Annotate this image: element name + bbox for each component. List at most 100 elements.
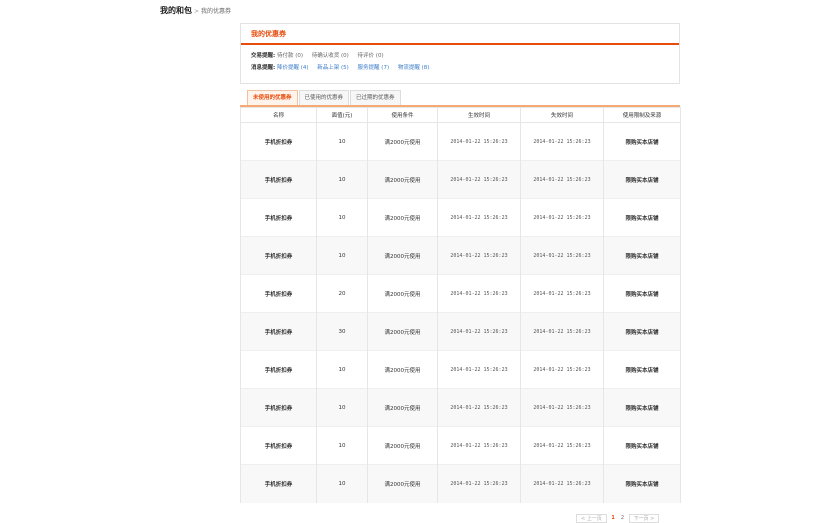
cell-value: 10 <box>316 464 368 503</box>
cell-value: 10 <box>316 426 368 465</box>
table-row: 手机折扣券 10 满2000元使用 2014-01-22 15:26:23 2014-0… <box>240 350 681 389</box>
cell-end-time: 2014-01-22 15:26:23 <box>520 388 604 427</box>
cell-end-time: 2014-01-22 15:26:23 <box>520 160 604 199</box>
cell-condition: 满2000元使用 <box>367 312 438 351</box>
breadcrumb: 我的和包 > 我的优惠券 <box>160 6 231 17</box>
cell-condition: 满2000元使用 <box>367 274 438 313</box>
cell-restriction: 限购买本店铺 <box>603 464 681 503</box>
trade-reminder-row: 交易提醒: 待付款 (0) 待确认收货 (0) 待评价 (0) <box>251 52 391 60</box>
cell-restriction: 限购买本店铺 <box>603 388 681 427</box>
breadcrumb-current: 我的优惠券 <box>201 8 232 15</box>
pending-receipt-link[interactable]: 待确认收货 (0) <box>312 53 349 59</box>
cell-end-time: 2014-01-22 15:26:23 <box>520 312 604 351</box>
cell-name: 手机折扣券 <box>240 312 317 351</box>
cell-start-time: 2014-01-22 15:26:23 <box>437 274 521 313</box>
header-restriction: 使用限制及来源 <box>603 107 681 123</box>
message-reminder-row: 消息提醒: 降价提醒 (4) 新品上架 (5) 服务提醒 (7) 物流提醒 (8… <box>251 64 436 72</box>
cell-restriction: 限购买本店铺 <box>603 274 681 313</box>
cell-value: 20 <box>316 274 368 313</box>
cell-restriction: 限购买本店铺 <box>603 198 681 237</box>
cell-value: 10 <box>316 122 368 161</box>
cell-name: 手机折扣券 <box>240 198 317 237</box>
cell-condition: 满2000元使用 <box>367 388 438 427</box>
cell-start-time: 2014-01-22 15:26:23 <box>437 312 521 351</box>
table-body: 手机折扣券 10 满2000元使用 2014-01-22 15:26:23 2014-0… <box>240 122 681 503</box>
cell-restriction: 限购买本店铺 <box>603 160 681 199</box>
header-start-time: 生效时间 <box>437 107 521 123</box>
cell-name: 手机折扣券 <box>240 350 317 389</box>
cell-name: 手机折扣券 <box>240 160 317 199</box>
price-drop-link[interactable]: 降价提醒 (4) <box>277 65 309 71</box>
logistics-reminder-link[interactable]: 物流提醒 (8) <box>398 65 430 71</box>
message-reminder-label: 消息提醒: <box>251 65 276 71</box>
cell-condition: 满2000元使用 <box>367 426 438 465</box>
cell-value: 10 <box>316 350 368 389</box>
trade-reminder-label: 交易提醒: <box>251 53 276 59</box>
cell-end-time: 2014-01-22 15:26:23 <box>520 236 604 275</box>
cell-start-time: 2014-01-22 15:26:23 <box>437 160 521 199</box>
tab-used[interactable]: 已使用的优惠券 <box>298 90 350 106</box>
cell-end-time: 2014-01-22 15:26:23 <box>520 464 604 503</box>
cell-name: 手机折扣券 <box>240 274 317 313</box>
cell-start-time: 2014-01-22 15:26:23 <box>437 236 521 275</box>
cell-end-time: 2014-01-22 15:26:23 <box>520 350 604 389</box>
cell-name: 手机折扣券 <box>240 236 317 275</box>
coupon-table: 名称 面值(元) 使用条件 生效时间 失效时间 使用限制及来源 手机折扣券 10 满… <box>240 107 681 503</box>
prev-page-button[interactable]: < 上一页 <box>576 514 607 523</box>
panel-title: 我的优惠券 <box>241 24 679 45</box>
table-row: 手机折扣券 10 满2000元使用 2014-01-22 15:26:23 2014-0… <box>240 236 681 275</box>
table-row: 手机折扣券 10 满2000元使用 2014-01-22 15:26:23 2014-0… <box>240 198 681 237</box>
coupon-summary-panel: 我的优惠券 交易提醒: 待付款 (0) 待确认收货 (0) 待评价 (0) 消息… <box>240 23 680 84</box>
table-row: 手机折扣券 10 满2000元使用 2014-01-22 15:26:23 2014-0… <box>240 388 681 427</box>
cell-name: 手机折扣券 <box>240 388 317 427</box>
cell-restriction: 限购买本店铺 <box>603 350 681 389</box>
cell-end-time: 2014-01-22 15:26:23 <box>520 426 604 465</box>
cell-start-time: 2014-01-22 15:26:23 <box>437 388 521 427</box>
table-row: 手机折扣券 20 满2000元使用 2014-01-22 15:26:23 2014-0… <box>240 274 681 313</box>
header-end-time: 失效时间 <box>520 107 604 123</box>
coupon-tabs: 未使用的优惠券 已使用的优惠券 已过期的优惠券 <box>247 90 402 106</box>
cell-value: 30 <box>316 312 368 351</box>
cell-start-time: 2014-01-22 15:26:23 <box>437 350 521 389</box>
cell-value: 10 <box>316 198 368 237</box>
cell-restriction: 限购买本店铺 <box>603 122 681 161</box>
cell-condition: 满2000元使用 <box>367 350 438 389</box>
cell-restriction: 限购买本店铺 <box>603 426 681 465</box>
cell-start-time: 2014-01-22 15:26:23 <box>437 122 521 161</box>
table-row: 手机折扣券 10 满2000元使用 2014-01-22 15:26:23 2014-0… <box>240 464 681 503</box>
cell-end-time: 2014-01-22 15:26:23 <box>520 198 604 237</box>
page-1-link[interactable]: 1 <box>608 514 617 523</box>
service-reminder-link[interactable]: 服务提醒 (7) <box>358 65 390 71</box>
page-2-link[interactable]: 2 <box>618 514 627 523</box>
table-row: 手机折扣券 10 满2000元使用 2014-01-22 15:26:23 2014-0… <box>240 122 681 161</box>
table-row: 手机折扣券 30 满2000元使用 2014-01-22 15:26:23 2014-0… <box>240 312 681 351</box>
cell-end-time: 2014-01-22 15:26:23 <box>520 274 604 313</box>
cell-value: 10 <box>316 160 368 199</box>
cell-start-time: 2014-01-22 15:26:23 <box>437 464 521 503</box>
table-row: 手机折扣券 10 满2000元使用 2014-01-22 15:26:23 2014-0… <box>240 426 681 465</box>
breadcrumb-root[interactable]: 我的和包 <box>160 6 192 15</box>
pending-payment-link[interactable]: 待付款 (0) <box>277 53 303 59</box>
pending-review-link[interactable]: 待评价 (0) <box>358 53 384 59</box>
cell-name: 手机折扣券 <box>240 464 317 503</box>
cell-value: 10 <box>316 388 368 427</box>
cell-restriction: 限购买本店铺 <box>603 312 681 351</box>
tab-expired[interactable]: 已过期的优惠券 <box>350 90 401 106</box>
cell-start-time: 2014-01-22 15:26:23 <box>437 426 521 465</box>
table-row: 手机折扣券 10 满2000元使用 2014-01-22 15:26:23 2014-0… <box>240 160 681 199</box>
cell-condition: 满2000元使用 <box>367 464 438 503</box>
cell-value: 10 <box>316 236 368 275</box>
cell-name: 手机折扣券 <box>240 426 317 465</box>
breadcrumb-separator: > <box>194 8 200 15</box>
cell-condition: 满2000元使用 <box>367 122 438 161</box>
tab-unused[interactable]: 未使用的优惠券 <box>247 90 298 106</box>
cell-condition: 满2000元使用 <box>367 236 438 275</box>
cell-condition: 满2000元使用 <box>367 198 438 237</box>
cell-restriction: 限购买本店铺 <box>603 236 681 275</box>
cell-end-time: 2014-01-22 15:26:23 <box>520 122 604 161</box>
next-page-button[interactable]: 下一页 > <box>628 514 660 523</box>
header-name: 名称 <box>240 107 317 123</box>
table-header-row: 名称 面值(元) 使用条件 生效时间 失效时间 使用限制及来源 <box>240 107 681 123</box>
new-arrival-link[interactable]: 新品上架 (5) <box>317 65 349 71</box>
header-condition: 使用条件 <box>367 107 438 123</box>
